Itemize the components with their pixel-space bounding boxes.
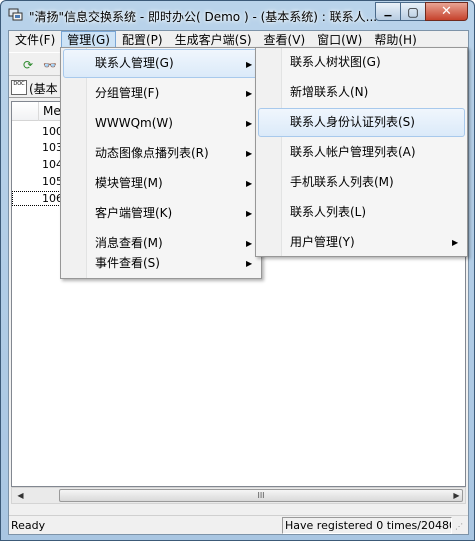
- manage-menu: 联系人管理(G) ▶ 分组管理(F) ▶ WWWQm(W) ▶ 动态图像点播列表…: [60, 47, 262, 279]
- list-header-blank[interactable]: [12, 102, 39, 121]
- menu-item-contact-manage[interactable]: 联系人管理(G) ▶: [63, 49, 259, 78]
- close-icon: ✕: [441, 4, 452, 19]
- submenu-arrow-icon: ▶: [246, 209, 253, 218]
- menu-item-label: 手机联系人列表(M): [290, 175, 394, 189]
- maximize-button[interactable]: ▢: [400, 2, 426, 21]
- contact-submenu: 联系人树状图(G) 新增联系人(N) 联系人身份认证列表(S) 联系人帐户管理列…: [255, 47, 468, 257]
- menu-item-label: 客户端管理(K): [95, 206, 173, 220]
- menu-item-label: 联系人身份认证列表(S): [290, 115, 415, 129]
- maximize-icon: ▢: [407, 4, 419, 19]
- menu-item-label: 联系人管理(G): [95, 56, 174, 70]
- registration-status: Have registered 0 times/20480.: [282, 517, 452, 534]
- submenu-arrow-icon: ▶: [246, 149, 253, 158]
- menu-item-mobile-contact-list[interactable]: 手机联系人列表(M): [258, 168, 465, 197]
- menu-item-module-manage[interactable]: 模块管理(M) ▶: [63, 169, 259, 198]
- menu-item-label: WWWQm(W): [95, 116, 173, 130]
- menu-file[interactable]: 文件(F): [9, 31, 61, 50]
- refresh-icon[interactable]: ⟳: [19, 56, 37, 74]
- menu-item-video-list[interactable]: 动态图像点播列表(R) ▶: [63, 139, 259, 168]
- submenu-arrow-icon: ▶: [246, 179, 253, 188]
- status-text: Ready: [11, 519, 46, 532]
- submenu-arrow-icon: ▶: [246, 60, 253, 69]
- menu-item-label: 动态图像点播列表(R): [95, 146, 209, 160]
- minimize-button[interactable]: ▁: [375, 2, 401, 21]
- menu-item-add-contact[interactable]: 新增联系人(N): [258, 78, 465, 107]
- menu-item-label: 事件查看(S): [95, 256, 160, 270]
- menu-item-label: 联系人列表(L): [290, 205, 367, 219]
- binoculars-icon[interactable]: 👓: [41, 56, 59, 74]
- scroll-left-icon[interactable]: ◀: [12, 488, 29, 503]
- menu-item-group-manage[interactable]: 分组管理(F) ▶: [63, 79, 259, 108]
- menu-item-label: 分组管理(F): [95, 86, 160, 100]
- submenu-arrow-icon: ▶: [246, 259, 253, 268]
- menu-item-contact-list[interactable]: 联系人列表(L): [258, 198, 465, 227]
- menu-item-account-manage-list[interactable]: 联系人帐户管理列表(A): [258, 138, 465, 167]
- menu-item-label: 用户管理(Y): [290, 235, 355, 249]
- close-button[interactable]: ✕: [425, 2, 468, 21]
- submenu-arrow-icon: ▶: [452, 238, 459, 247]
- scrollbar-thumb[interactable]: III: [59, 489, 463, 502]
- document-tab[interactable]: (基本: [29, 80, 58, 97]
- menu-item-contact-tree[interactable]: 联系人树状图(G): [258, 48, 465, 77]
- window-title: "清扬"信息交换系统 - 即时办公( Demo ) - (基本系统) : 联系人…: [29, 10, 378, 24]
- menu-item-label: 新增联系人(N): [290, 85, 369, 99]
- status-bar: Ready Have registered 0 times/20480. ⋰: [9, 515, 468, 534]
- document-icon: DOC: [11, 80, 27, 95]
- title-bar[interactable]: "清扬"信息交换系统 - 即时办公( Demo ) - (基本系统) : 联系人…: [1, 1, 474, 30]
- menu-item-label: 联系人树状图(G): [290, 55, 381, 69]
- submenu-arrow-icon: ▶: [246, 119, 253, 128]
- menu-item-event-view[interactable]: 事件查看(S) ▶: [63, 249, 259, 278]
- menu-item-wwwqm[interactable]: WWWQm(W) ▶: [63, 109, 259, 138]
- menu-item-client-manage[interactable]: 客户端管理(K) ▶: [63, 199, 259, 228]
- menu-item-user-manage[interactable]: 用户管理(Y) ▶: [258, 228, 465, 257]
- menu-item-label: 联系人帐户管理列表(A): [290, 145, 416, 159]
- minimize-icon: ▁: [384, 6, 392, 17]
- app-icon[interactable]: [8, 8, 23, 22]
- submenu-arrow-icon: ▶: [246, 89, 253, 98]
- scroll-right-icon[interactable]: ▶: [448, 488, 465, 503]
- horizontal-scrollbar[interactable]: ◀ III ▶: [11, 487, 466, 504]
- menu-item-label: 模块管理(M): [95, 176, 163, 190]
- resize-grip-icon[interactable]: ⋰: [455, 522, 466, 533]
- menu-item-identity-auth-list[interactable]: 联系人身份认证列表(S): [258, 108, 465, 137]
